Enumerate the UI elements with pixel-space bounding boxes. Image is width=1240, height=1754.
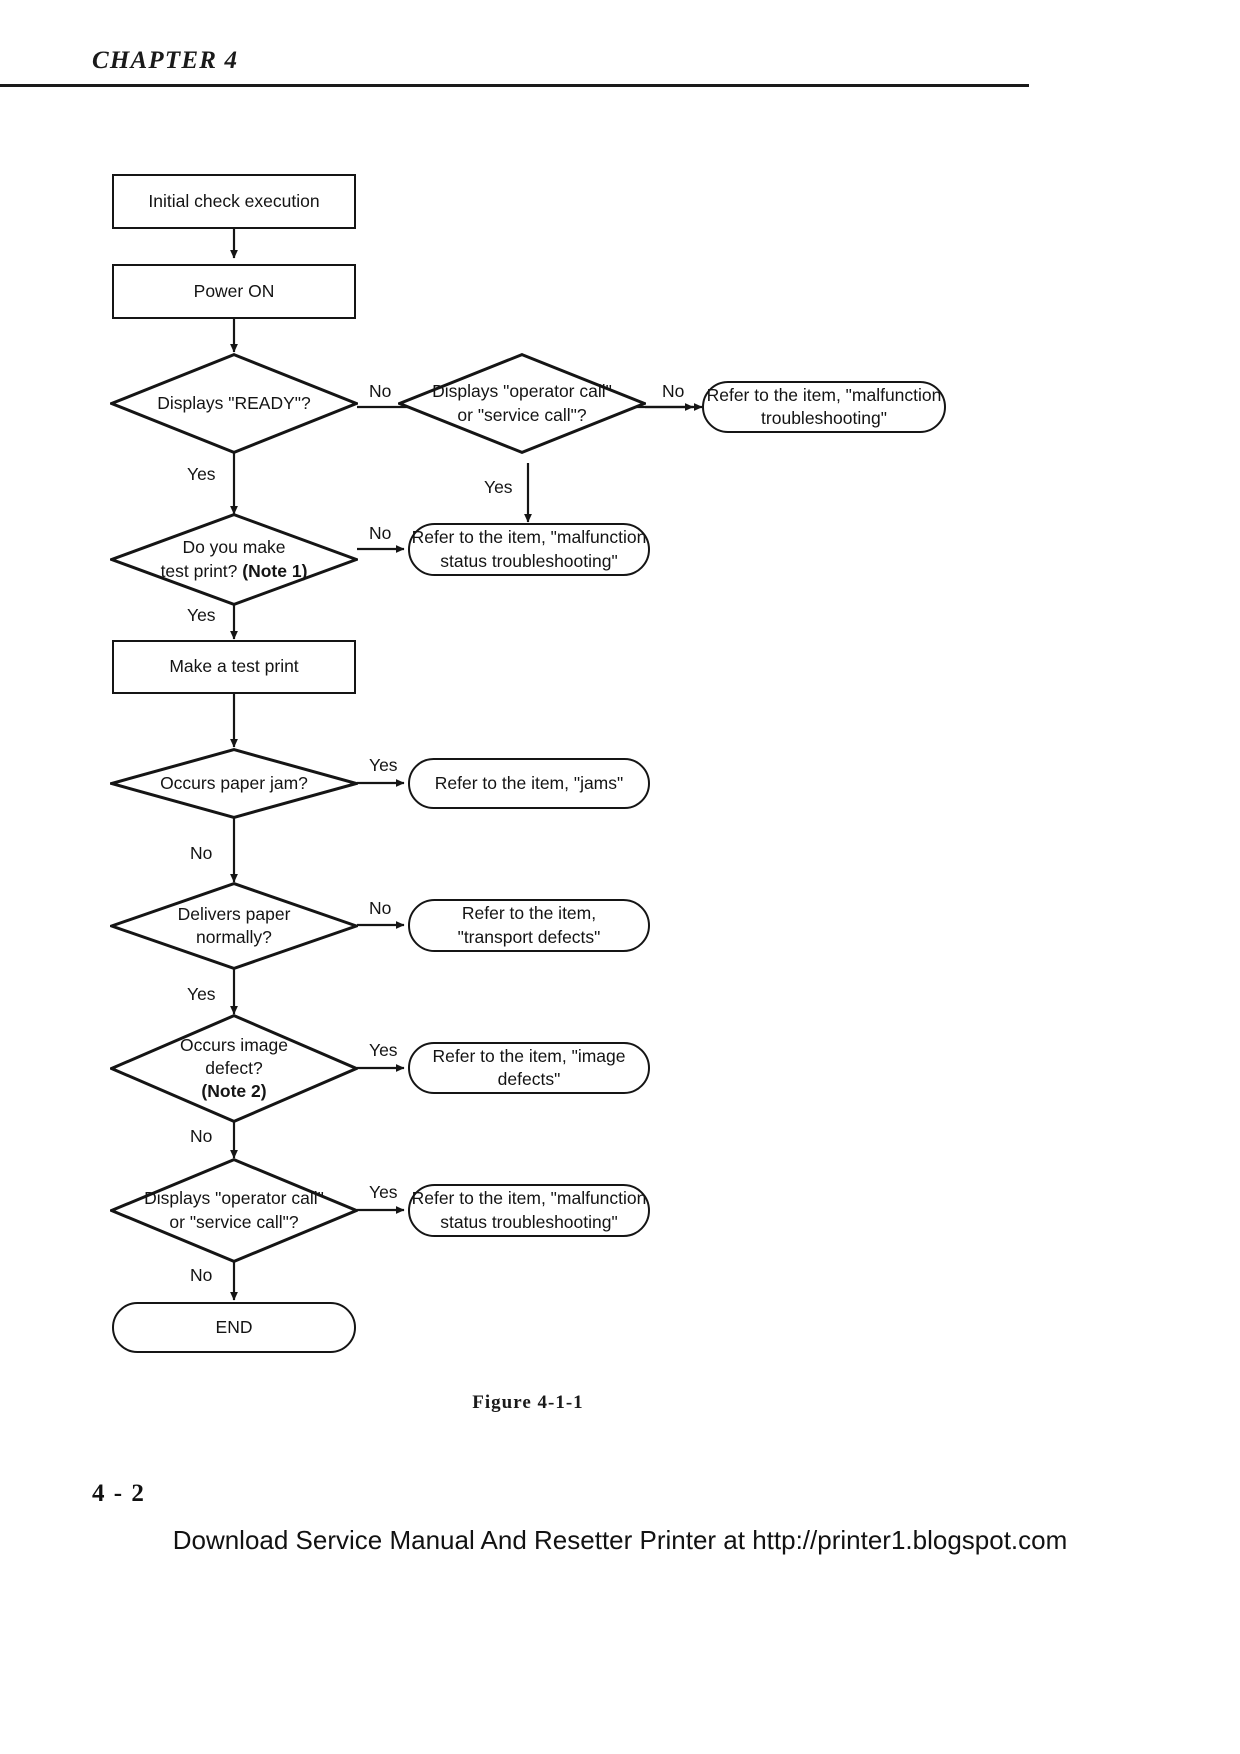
node-label-line1: Displays "operator call" (144, 1188, 324, 1209)
node-label-line2: or "service call"? (457, 404, 587, 425)
node-refer-malfunction-status-troubleshooting-2[interactable]: Refer to the item, "malfunction status t… (408, 1184, 650, 1237)
edge-label-call1-no: No (662, 381, 685, 401)
node-label: Make a test print (169, 656, 299, 677)
page-number: 4 - 2 (92, 1480, 146, 1507)
node-refer-malfunction-troubleshooting[interactable]: Refer to the item, "malfunction troubles… (702, 381, 946, 433)
node-label-note: (Note 1) (242, 560, 308, 581)
node-label-line1: Occurs image (180, 1034, 288, 1055)
edge-label-ready-yes: Yes (187, 464, 216, 484)
edge-label-imgdefect-no: No (190, 1126, 213, 1146)
footer-download-note: Download Service Manual And Resetter Pri… (172, 1525, 1068, 1555)
node-end[interactable]: END (112, 1302, 356, 1353)
edge-label-testprint-yes: Yes (187, 605, 216, 625)
edge-label-call2-yes: Yes (369, 1182, 398, 1202)
node-power-on[interactable]: Power ON (112, 264, 356, 319)
edge-label-jam-yes: Yes (369, 755, 398, 775)
node-label: Occurs paper jam? (160, 772, 308, 793)
node-label: Displays "READY"? (157, 392, 311, 413)
node-delivers-paper-normally[interactable]: Delivers paper normally? (110, 882, 358, 970)
node-label-line1: Displays "operator call" (432, 381, 612, 402)
node-do-you-make-test-print[interactable]: Do you make test print? (Note 1) (110, 513, 358, 606)
node-occurs-paper-jam[interactable]: Occurs paper jam? (110, 748, 358, 819)
node-label-line2: status troubleshooting" (440, 1211, 618, 1232)
node-label-line2: normally? (196, 927, 272, 947)
edge-label-delivers-yes: Yes (187, 984, 216, 1004)
node-label-line2: "transport defects" (457, 926, 601, 947)
node-refer-jams[interactable]: Refer to the item, "jams" (408, 758, 650, 809)
node-label-line1: Refer to the item, "malfunction (411, 527, 647, 548)
node-label: Refer to the item, "jams" (434, 772, 624, 793)
node-label-line2: test print? (160, 560, 243, 581)
edge-label-ready-no: No (369, 381, 392, 401)
edge-label-call2-no: No (190, 1265, 213, 1285)
node-label: END (215, 1316, 253, 1337)
node-refer-image-defects[interactable]: Refer to the item, "image defects" (408, 1042, 650, 1094)
chapter-title: CHAPTER 4 (92, 47, 239, 74)
node-label-line2: troubleshooting" (761, 408, 887, 428)
node-occurs-image-defect[interactable]: Occurs image defect? (Note 2) (110, 1014, 358, 1123)
node-label-line2: or "service call"? (169, 1211, 299, 1232)
node-make-a-test-print[interactable]: Make a test print (112, 640, 356, 694)
edge-label-testprint-no: No (369, 523, 392, 543)
node-label-line1: Refer to the item, (461, 903, 597, 924)
edge-label-delivers-no: No (369, 898, 392, 918)
node-displays-ready[interactable]: Displays "READY"? (110, 353, 358, 454)
node-label-line2: defect? (205, 1057, 263, 1078)
node-displays-operator-or-service-call-1[interactable]: Displays "operator call" or "service cal… (398, 353, 646, 454)
node-label-note: (Note 2) (201, 1081, 267, 1102)
node-label: Initial check execution (148, 190, 320, 211)
node-refer-transport-defects[interactable]: Refer to the item, "transport defects" (408, 899, 650, 952)
node-label-line1: Refer to the item, "malfunction (411, 1188, 647, 1209)
edge-label-jam-no: No (190, 843, 213, 863)
node-label: Power ON (193, 280, 275, 301)
node-label: Refer to the item, "image defects" (432, 1045, 626, 1089)
figure-caption: Figure 4-1-1 (472, 1392, 584, 1413)
page-header: CHAPTER 4 (0, 0, 1240, 92)
edge-label-call1-yes: Yes (484, 477, 513, 497)
node-label-line2: status troubleshooting" (440, 550, 618, 571)
node-label-line1: Delivers paper (177, 903, 291, 924)
edge-label-imgdefect-yes: Yes (369, 1040, 398, 1060)
node-initial-check-execution[interactable]: Initial check execution (112, 174, 356, 229)
node-displays-operator-or-service-call-2[interactable]: Displays "operator call" or "service cal… (110, 1158, 358, 1263)
header-rule (0, 84, 1029, 87)
node-refer-malfunction-status-troubleshooting-1[interactable]: Refer to the item, "malfunction status t… (408, 523, 650, 576)
node-label-line1: Do you make (182, 537, 286, 558)
node-label-line1: Refer to the item, "malfunction (706, 384, 942, 405)
